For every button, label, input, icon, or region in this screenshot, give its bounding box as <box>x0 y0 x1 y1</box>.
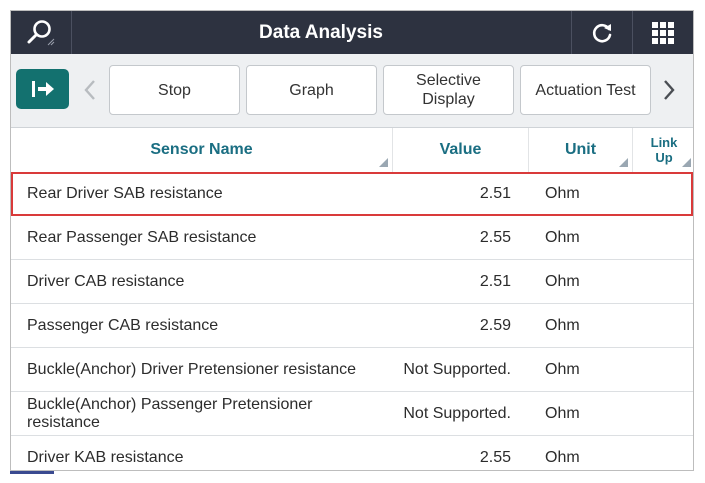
sensor-name-cell: Buckle(Anchor) Driver Pretensioner resis… <box>27 360 357 378</box>
toolbar: Stop Graph Selective Display Actuation T… <box>11 54 693 128</box>
refresh-button[interactable] <box>571 11 632 54</box>
prev-button[interactable] <box>80 76 100 104</box>
sensor-unit-cell: Ohm <box>545 228 580 246</box>
next-button[interactable] <box>659 76 679 104</box>
sensor-unit-cell: Ohm <box>545 184 580 202</box>
sensor-value-cell: Not Supported. <box>403 360 511 378</box>
sensor-value-cell: 2.51 <box>479 272 511 290</box>
graph-button[interactable]: Graph <box>246 65 377 115</box>
table-header: Sensor Name Value Unit Link Up <box>11 128 693 173</box>
scroll-indicator <box>10 471 54 474</box>
sensor-unit-cell: Ohm <box>545 360 580 378</box>
sensor-unit-cell: Ohm <box>545 404 580 422</box>
sensor-value-cell: 2.55 <box>479 228 511 246</box>
table-row[interactable]: Buckle(Anchor) Passenger Pretensioner re… <box>11 392 693 436</box>
sort-indicator-icon <box>379 158 388 167</box>
table-row[interactable]: Driver KAB resistance 2.55 Ohm <box>11 436 693 470</box>
sort-indicator-icon <box>682 158 691 167</box>
selective-display-label: Selective Display <box>416 72 481 108</box>
table-row[interactable]: Rear Driver SAB resistance 2.51 Ohm <box>11 172 693 216</box>
column-header-unit[interactable]: Unit <box>529 128 633 172</box>
sensor-name-cell: Rear Driver SAB resistance <box>27 184 223 202</box>
actuation-test-button[interactable]: Actuation Test <box>520 65 651 115</box>
stop-button[interactable]: Stop <box>109 65 240 115</box>
sensor-name-cell: Driver CAB resistance <box>27 272 185 290</box>
sensor-value-cell: 2.59 <box>479 316 511 334</box>
sensor-value-cell: 2.55 <box>479 448 511 466</box>
sensor-unit-cell: Ohm <box>545 316 580 334</box>
chevron-right-icon <box>664 80 675 100</box>
selective-display-button[interactable]: Selective Display <box>383 65 514 115</box>
sensor-unit-cell: Ohm <box>545 448 580 466</box>
sensor-unit-cell: Ohm <box>545 272 580 290</box>
search-icon <box>27 19 55 45</box>
sensor-name-cell: Driver KAB resistance <box>27 448 184 466</box>
table-row[interactable]: Passenger CAB resistance 2.59 Ohm <box>11 304 693 348</box>
table-row[interactable]: Rear Passenger SAB resistance 2.55 Ohm <box>11 216 693 260</box>
sensor-name-cell: Buckle(Anchor) Passenger Pretensioner re… <box>27 395 313 431</box>
sensor-value-cell: Not Supported. <box>403 404 511 422</box>
sort-indicator-icon <box>619 158 628 167</box>
column-header-link-up[interactable]: Link Up <box>633 128 693 172</box>
grid-menu-icon <box>652 21 674 44</box>
table-row[interactable]: Buckle(Anchor) Driver Pretensioner resis… <box>11 348 693 392</box>
chevron-left-icon <box>84 80 95 100</box>
sensor-name-cell: Rear Passenger SAB resistance <box>27 228 257 246</box>
title-bar: Data Analysis <box>11 11 693 54</box>
data-analysis-window: Data Analysis Stop Graph Selective Displ… <box>10 10 694 471</box>
sensor-value-cell: 2.51 <box>479 184 511 202</box>
column-header-sensor-name[interactable]: Sensor Name <box>11 128 393 172</box>
sensor-table: Rear Driver SAB resistance 2.51 Ohm Rear… <box>11 172 693 470</box>
exit-button[interactable] <box>16 69 69 109</box>
column-header-value[interactable]: Value <box>393 128 529 172</box>
refresh-icon <box>592 23 612 42</box>
table-row[interactable]: Driver CAB resistance 2.51 Ohm <box>11 260 693 304</box>
grid-menu-button[interactable] <box>632 11 693 54</box>
sensor-name-cell: Passenger CAB resistance <box>27 316 219 334</box>
search-button[interactable] <box>11 11 72 54</box>
exit-arrow-icon <box>31 81 54 97</box>
page-title: Data Analysis <box>259 22 383 43</box>
